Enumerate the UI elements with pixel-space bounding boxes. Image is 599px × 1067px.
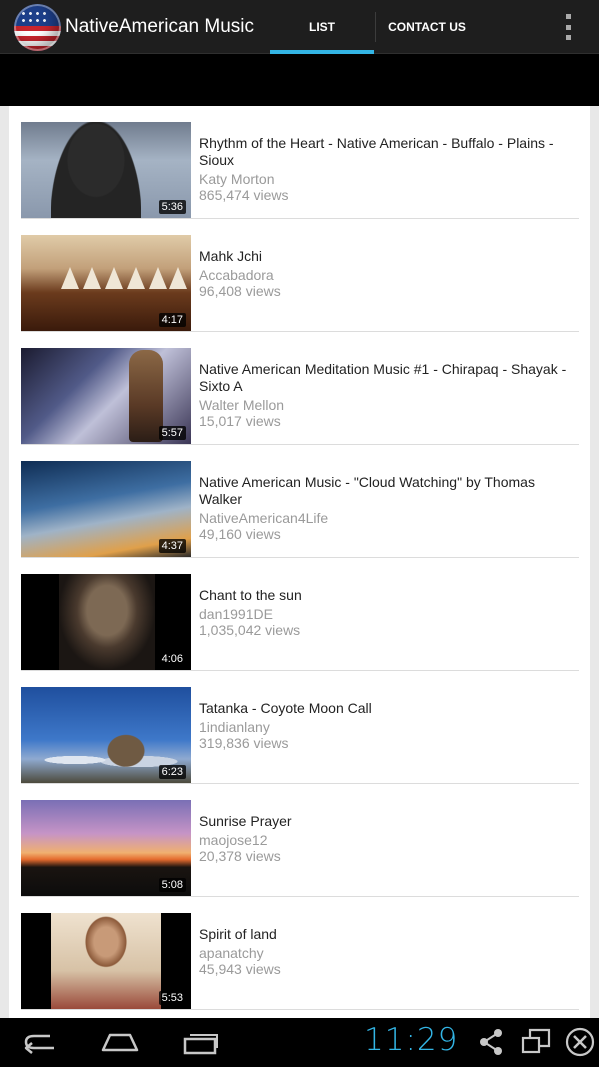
video-list-item[interactable]: 4:06 Chant to the sun dan1991DE 1,035,04… xyxy=(21,558,579,671)
video-channel: apanatchy xyxy=(199,945,264,961)
video-list-item[interactable]: 4:17 Mahk Jchi Accabadora 96,408 views xyxy=(21,219,579,332)
video-views: 865,474 views xyxy=(199,187,289,203)
video-channel: Walter Mellon xyxy=(199,397,285,413)
video-list-item[interactable]: 5:08 Sunrise Prayer maojose12 20,378 vie… xyxy=(21,784,579,897)
video-channel: NativeAmerican4Life xyxy=(199,510,329,526)
video-views: 45,943 views xyxy=(199,961,281,977)
video-views: 20,378 views xyxy=(199,848,281,864)
duration-badge: 5:57 xyxy=(158,426,186,440)
video-list: 5:36 Rhythm of the Heart - Native Americ… xyxy=(9,106,590,1018)
video-thumbnail[interactable]: 4:37 xyxy=(21,461,191,557)
video-list-item[interactable]: 6:23 Tatanka - Coyote Moon Call 1indianl… xyxy=(21,671,579,784)
back-icon[interactable] xyxy=(20,1026,62,1058)
video-views: 15,017 views xyxy=(199,413,281,429)
video-title: Sunrise Prayer xyxy=(199,813,292,829)
video-thumbnail[interactable]: 5:53 xyxy=(21,913,191,1009)
share-icon[interactable] xyxy=(478,1026,504,1058)
video-thumbnail[interactable]: 5:08 xyxy=(21,800,191,896)
recent-apps-icon[interactable] xyxy=(182,1026,220,1058)
video-channel: 1indianlany xyxy=(199,719,270,735)
video-channel: dan1991DE xyxy=(199,606,273,622)
app-logo-icon[interactable] xyxy=(14,4,61,51)
video-title: Rhythm of the Heart - Native American - … xyxy=(199,135,554,168)
video-title: Mahk Jchi xyxy=(199,248,263,264)
video-thumbnail[interactable]: 4:06 xyxy=(21,574,191,670)
video-title: Native American Meditation Music #1 - Ch… xyxy=(199,361,567,394)
video-channel: Katy Morton xyxy=(199,171,275,187)
overflow-menu-icon[interactable] xyxy=(558,14,578,40)
video-title: Native American Music - "Cloud Watching"… xyxy=(199,474,535,507)
duration-badge: 5:53 xyxy=(158,991,186,1005)
system-nav-bar: 11:29 xyxy=(0,1018,599,1067)
video-views: 49,160 views xyxy=(199,526,281,542)
video-views: 1,035,042 views xyxy=(199,622,301,638)
screen-compatibility-icon[interactable] xyxy=(520,1026,552,1058)
video-title: Spirit of land xyxy=(199,926,277,942)
video-list-item[interactable]: 5:36 Rhythm of the Heart - Native Americ… xyxy=(21,106,579,219)
duration-badge: 5:36 xyxy=(158,200,186,214)
video-list-item[interactable]: 5:57 Native American Meditation Music #1… xyxy=(21,332,579,445)
video-channel: Accabadora xyxy=(199,267,274,283)
video-thumbnail[interactable]: 4:17 xyxy=(21,235,191,331)
duration-badge: 6:23 xyxy=(158,765,186,779)
duration-badge: 4:37 xyxy=(158,539,186,553)
row-divider xyxy=(21,1009,579,1010)
video-thumbnail[interactable]: 6:23 xyxy=(21,687,191,783)
video-list-item[interactable]: 5:53 Spirit of land apanatchy 45,943 vie… xyxy=(21,897,579,1010)
duration-badge: 5:08 xyxy=(158,878,186,892)
close-notification-icon[interactable] xyxy=(565,1026,597,1058)
content-area: 5:36 Rhythm of the Heart - Native Americ… xyxy=(0,106,599,1018)
action-bar: NativeAmerican Music LIST CONTACT US xyxy=(0,0,599,54)
home-icon[interactable] xyxy=(100,1026,140,1058)
video-channel: maojose12 xyxy=(199,832,268,848)
video-title: Tatanka - Coyote Moon Call xyxy=(199,700,372,716)
video-views: 96,408 views xyxy=(199,283,281,299)
ad-banner-area xyxy=(0,55,599,106)
duration-badge: 4:17 xyxy=(158,313,186,327)
status-clock: 11:29 xyxy=(364,1022,459,1058)
video-list-item[interactable]: 4:37 Native American Music - "Cloud Watc… xyxy=(21,445,579,558)
tab-contact-us[interactable]: CONTACT US xyxy=(376,0,478,54)
video-views: 319,836 views xyxy=(199,735,289,751)
duration-badge: 4:06 xyxy=(158,652,186,666)
app-title: NativeAmerican Music xyxy=(65,16,254,37)
video-thumbnail[interactable]: 5:36 xyxy=(21,122,191,218)
tab-list[interactable]: LIST xyxy=(270,0,374,54)
video-title: Chant to the sun xyxy=(199,587,302,603)
video-thumbnail[interactable]: 5:57 xyxy=(21,348,191,444)
